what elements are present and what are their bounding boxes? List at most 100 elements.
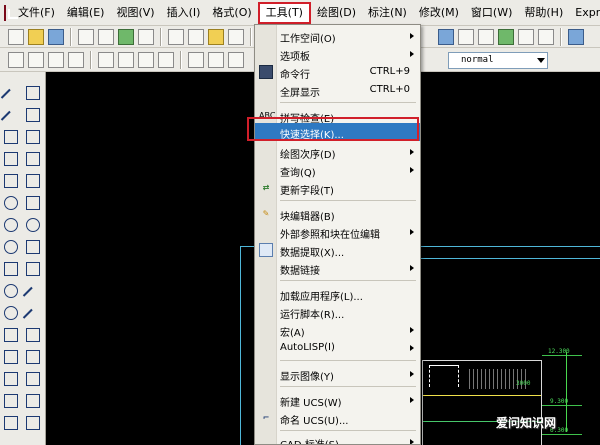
- menu-item-cad-standards[interactable]: CAD 标准(S): [255, 433, 420, 444]
- menu-modify[interactable]: 修改(M): [413, 2, 465, 24]
- tool-palettes-icon[interactable]: [478, 28, 494, 45]
- menu-draw[interactable]: 绘图(D): [311, 2, 362, 24]
- ordinate-icon[interactable]: [68, 51, 84, 68]
- roof-outline: [429, 365, 459, 387]
- open-icon[interactable]: [28, 28, 44, 45]
- menu-help[interactable]: 帮助(H): [518, 2, 569, 24]
- menu-dimension[interactable]: 标注(N): [362, 2, 413, 24]
- toolbar-divider: [560, 27, 562, 46]
- break-at-point-icon[interactable]: [24, 326, 40, 342]
- chamfer-icon[interactable]: [24, 392, 40, 408]
- menu-item-data-extraction[interactable]: 数据提取(X)...: [255, 241, 420, 259]
- app-icon[interactable]: [4, 4, 18, 21]
- construction-line-icon[interactable]: [2, 106, 18, 122]
- menu-item-macro[interactable]: 宏(A): [255, 321, 420, 339]
- radius-icon[interactable]: [98, 51, 114, 68]
- menu-item-new-ucs[interactable]: 新建 UCS(W): [255, 391, 420, 409]
- make-block-icon[interactable]: [2, 348, 18, 364]
- menu-item-command-line[interactable]: 命令行 CTRL+9: [255, 63, 420, 81]
- stretch-icon[interactable]: [24, 260, 40, 276]
- point-icon[interactable]: [2, 370, 18, 386]
- jogged-icon[interactable]: [118, 51, 134, 68]
- erase-icon[interactable]: [24, 84, 40, 100]
- menu-item-run-script[interactable]: 运行脚本(R)...: [255, 303, 420, 321]
- publish-icon[interactable]: [118, 28, 134, 45]
- menu-item-data-links[interactable]: 数据链接: [255, 259, 420, 277]
- explode-icon[interactable]: [24, 414, 40, 430]
- match-properties-icon[interactable]: [228, 28, 244, 45]
- plot-icon[interactable]: [138, 28, 154, 45]
- mirror-icon[interactable]: [24, 128, 40, 144]
- menu-item-draw-order[interactable]: 绘图次序(D): [255, 143, 420, 161]
- calculator-icon[interactable]: [538, 28, 554, 45]
- copy-icon[interactable]: [188, 28, 204, 45]
- line-icon[interactable]: [2, 84, 18, 100]
- baseline-icon[interactable]: [208, 51, 224, 68]
- save-icon[interactable]: [48, 28, 64, 45]
- dimension-style-select[interactable]: normal: [448, 52, 548, 69]
- block-editor-icon: ✎: [262, 209, 270, 218]
- help-icon[interactable]: [568, 28, 584, 45]
- rotate-icon[interactable]: [24, 216, 40, 232]
- menu-item-display-image[interactable]: 显示图像(Y): [255, 365, 420, 383]
- menu-item-quick-select[interactable]: 快速选择(K)...: [255, 123, 420, 141]
- rectangle-icon[interactable]: [2, 172, 18, 188]
- aligned-dimension-icon[interactable]: [28, 51, 44, 68]
- ellipse-icon[interactable]: [2, 282, 18, 298]
- menu-item-update-fields[interactable]: ⇄ 更新字段(T): [255, 179, 420, 197]
- copy-object-icon[interactable]: [24, 106, 40, 122]
- hatch-icon[interactable]: [2, 392, 18, 408]
- menu-item-named-ucs[interactable]: ⌐ 命名 UCS(U)...: [255, 409, 420, 427]
- menu-item-block-editor[interactable]: ✎ 块编辑器(B): [255, 205, 420, 223]
- preview-icon[interactable]: [98, 28, 114, 45]
- revision-cloud-icon[interactable]: [2, 238, 18, 254]
- menu-item-inquiry[interactable]: 查询(Q): [255, 161, 420, 179]
- scale-icon[interactable]: [24, 238, 40, 254]
- offset-icon[interactable]: [24, 150, 40, 166]
- menu-express[interactable]: Express: [569, 2, 600, 24]
- menu-view[interactable]: 视图(V): [110, 2, 160, 24]
- diameter-icon[interactable]: [138, 51, 154, 68]
- array-icon[interactable]: [24, 172, 40, 188]
- angular-icon[interactable]: [158, 51, 174, 68]
- menu-file[interactable]: 文件(F): [12, 2, 61, 24]
- markup-icon[interactable]: [518, 28, 534, 45]
- cut-icon[interactable]: [168, 28, 184, 45]
- ellipse-arc-icon[interactable]: [2, 304, 18, 320]
- extend-icon[interactable]: [24, 304, 40, 320]
- menu-item-xref-in-place-edit[interactable]: 外部参照和块在位编辑: [255, 223, 420, 241]
- trim-icon[interactable]: [24, 282, 40, 298]
- continue-icon[interactable]: [228, 51, 244, 68]
- menu-format[interactable]: 格式(O): [206, 2, 257, 24]
- linear-dimension-icon[interactable]: [8, 51, 24, 68]
- menu-item-load-application[interactable]: 加载应用程序(L)...: [255, 285, 420, 303]
- move-icon[interactable]: [24, 194, 40, 210]
- break-icon[interactable]: [24, 348, 40, 364]
- menu-item-palettes[interactable]: 选项板: [255, 45, 420, 63]
- print-icon[interactable]: [78, 28, 94, 45]
- quick-dimension-icon[interactable]: [188, 51, 204, 68]
- design-center-icon[interactable]: [458, 28, 474, 45]
- menu-tools[interactable]: 工具(T): [257, 1, 311, 24]
- paste-icon[interactable]: [208, 28, 224, 45]
- menu-insert[interactable]: 插入(I): [161, 2, 207, 24]
- new-icon[interactable]: [8, 28, 24, 45]
- properties-icon[interactable]: [438, 28, 454, 45]
- watermark-text: 爱问知识网: [496, 416, 557, 430]
- menu-item-workspaces[interactable]: 工作空间(O): [255, 27, 420, 45]
- submenu-arrow-icon: [410, 397, 414, 403]
- region-icon[interactable]: [2, 414, 18, 430]
- menu-edit[interactable]: 编辑(E): [61, 2, 111, 24]
- menu-item-autolisp[interactable]: AutoLISP(I): [255, 339, 420, 357]
- spline-icon[interactable]: [2, 260, 18, 276]
- insert-block-icon[interactable]: [2, 326, 18, 342]
- menu-item-clean-screen[interactable]: 全屏显示 CTRL+0: [255, 81, 420, 99]
- polygon-icon[interactable]: [2, 150, 18, 166]
- menu-window[interactable]: 窗口(W): [465, 2, 518, 24]
- arc-length-icon[interactable]: [48, 51, 64, 68]
- polyline-icon[interactable]: [2, 128, 18, 144]
- arc-icon[interactable]: [2, 194, 18, 210]
- sheet-set-icon[interactable]: [498, 28, 514, 45]
- circle-icon[interactable]: [2, 216, 18, 232]
- join-icon[interactable]: [24, 370, 40, 386]
